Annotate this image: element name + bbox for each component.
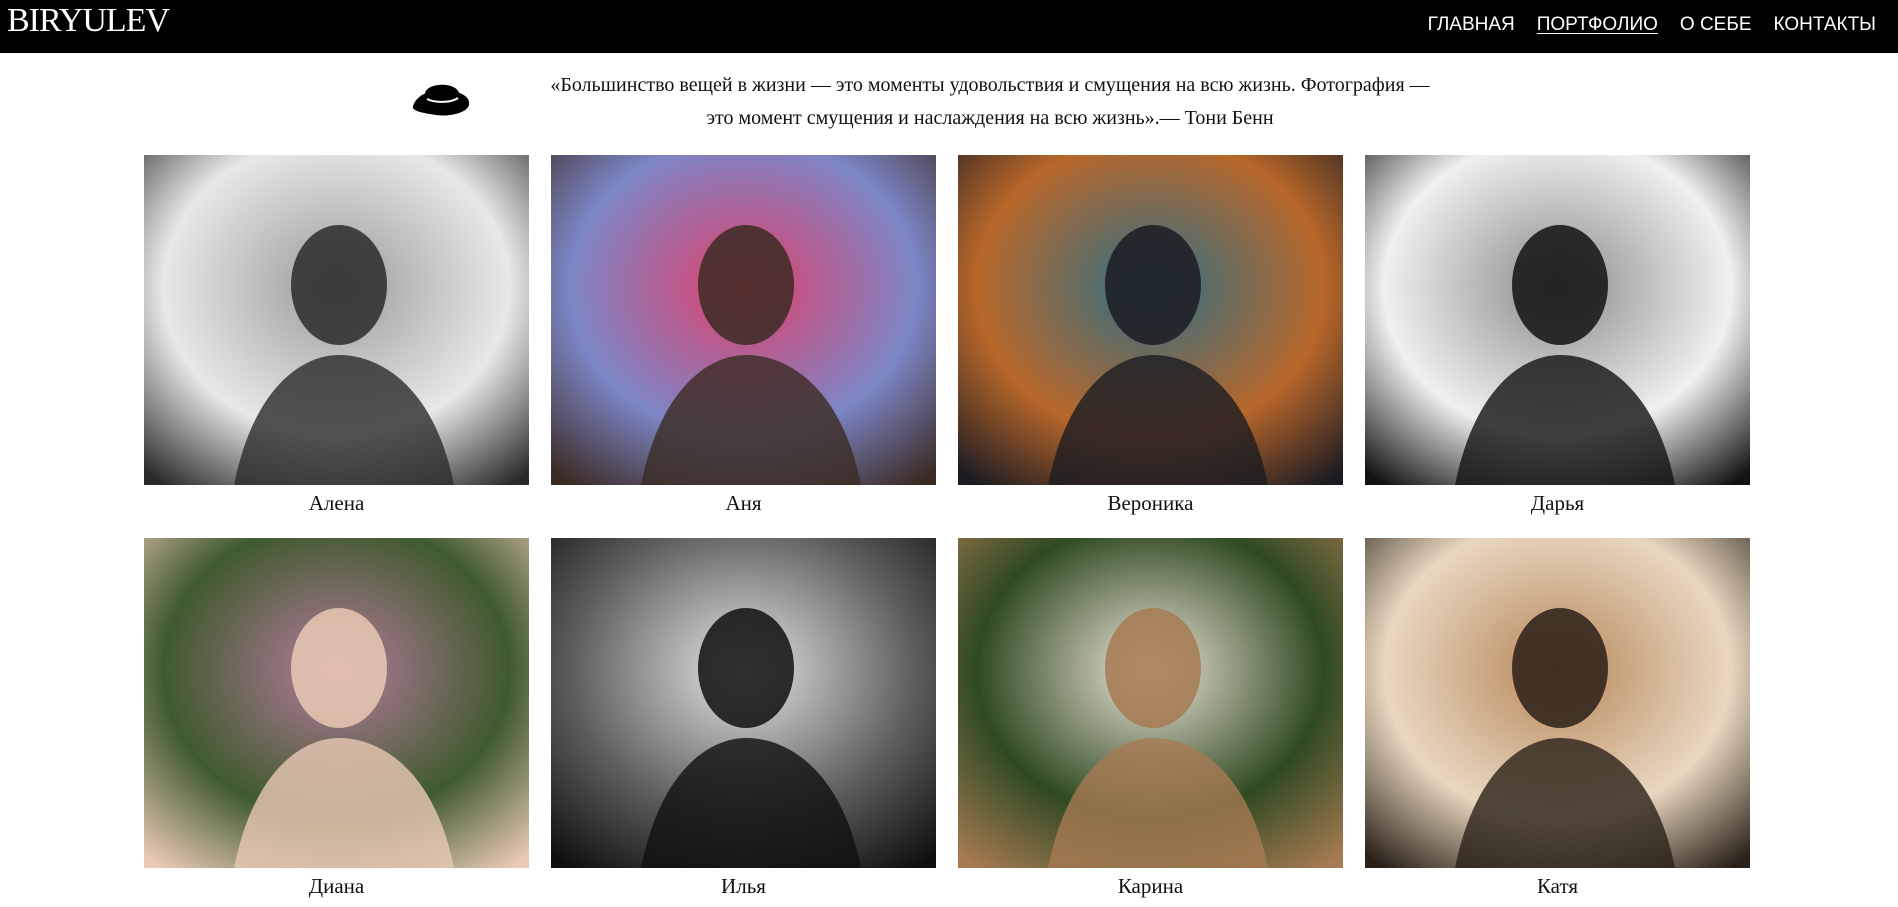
- portfolio-caption[interactable]: Дарья: [1365, 485, 1750, 521]
- portfolio-card[interactable]: Алена: [144, 155, 529, 521]
- portfolio-card[interactable]: Диана: [144, 538, 529, 904]
- portfolio-photo[interactable]: [144, 538, 529, 868]
- main-nav: ГЛАВНАЯ ПОРТФОЛИО О СЕБЕ КОНТАКТЫ: [1428, 0, 1876, 50]
- portfolio-photo[interactable]: [958, 155, 1343, 485]
- hat-icon: [412, 84, 470, 116]
- portfolio-caption[interactable]: Аня: [551, 485, 936, 521]
- portrait-image: [551, 155, 936, 485]
- portrait-image: [958, 155, 1343, 485]
- portfolio-photo[interactable]: [144, 155, 529, 485]
- portfolio-grid: Алена Аня Вероника Дарья Диана Илья Кари…: [144, 155, 1750, 904]
- portfolio-photo[interactable]: [1365, 538, 1750, 868]
- site-logo[interactable]: BIRYULEV: [7, 0, 170, 41]
- portrait-image: [144, 538, 529, 868]
- portfolio-photo[interactable]: [551, 155, 936, 485]
- portrait-image: [1365, 155, 1750, 485]
- quote-text: «Большинство вещей в жизни — это моменты…: [480, 69, 1500, 135]
- portfolio-card[interactable]: Карина: [958, 538, 1343, 904]
- portfolio-photo[interactable]: [551, 538, 936, 868]
- portfolio-caption[interactable]: Илья: [551, 868, 936, 904]
- nav-link-home[interactable]: ГЛАВНАЯ: [1428, 14, 1515, 36]
- portfolio-card[interactable]: Вероника: [958, 155, 1343, 521]
- portfolio-card[interactable]: Аня: [551, 155, 936, 521]
- quote-line-2: это момент смущения и наслаждения на всю…: [706, 107, 1274, 129]
- portrait-image: [1365, 538, 1750, 868]
- portrait-image: [958, 538, 1343, 868]
- nav-link-portfolio[interactable]: ПОРТФОЛИО: [1537, 14, 1658, 36]
- portfolio-card[interactable]: Дарья: [1365, 155, 1750, 521]
- portfolio-caption[interactable]: Катя: [1365, 868, 1750, 904]
- portfolio-caption[interactable]: Вероника: [958, 485, 1343, 521]
- portfolio-card[interactable]: Илья: [551, 538, 936, 904]
- portfolio-card[interactable]: Катя: [1365, 538, 1750, 904]
- portfolio-caption[interactable]: Карина: [958, 868, 1343, 904]
- nav-link-about[interactable]: О СЕБЕ: [1680, 14, 1752, 36]
- portfolio-photo[interactable]: [958, 538, 1343, 868]
- portrait-image: [144, 155, 529, 485]
- quote-section: «Большинство вещей в жизни — это моменты…: [0, 53, 1898, 153]
- portfolio-caption[interactable]: Алена: [144, 485, 529, 521]
- portrait-image: [551, 538, 936, 868]
- top-navbar: BIRYULEV ГЛАВНАЯ ПОРТФОЛИО О СЕБЕ КОНТАК…: [0, 0, 1898, 53]
- quote-line-1: «Большинство вещей в жизни — это моменты…: [550, 74, 1430, 96]
- portfolio-photo[interactable]: [1365, 155, 1750, 485]
- nav-link-contacts[interactable]: КОНТАКТЫ: [1774, 14, 1877, 36]
- portfolio-caption[interactable]: Диана: [144, 868, 529, 904]
